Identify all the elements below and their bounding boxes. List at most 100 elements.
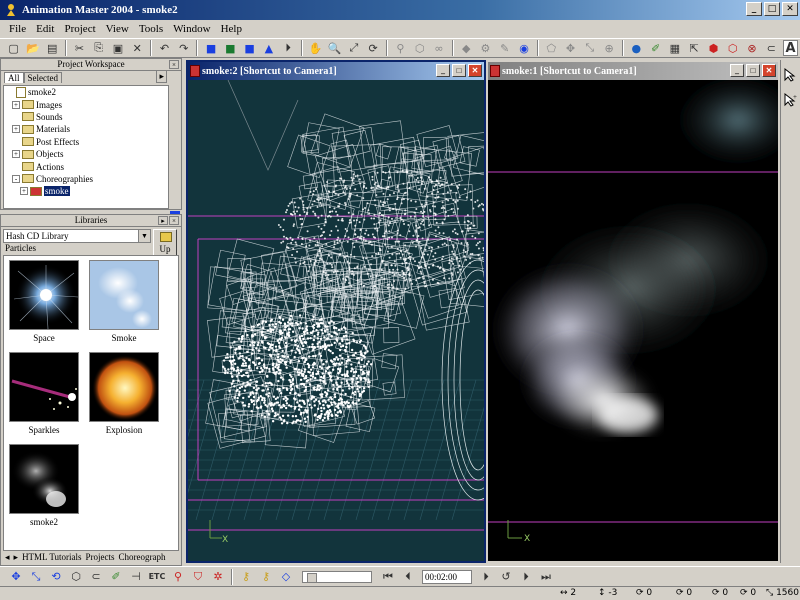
play-icon[interactable]: ⏵: [518, 569, 534, 585]
rotate-mode-icon[interactable]: ⟲: [48, 569, 64, 585]
panel-pin-icon[interactable]: ▸: [158, 216, 168, 225]
tree-item[interactable]: + smoke: [4, 185, 168, 197]
tree-item[interactable]: Sounds: [4, 111, 168, 123]
render-to-file-icon[interactable]: ■: [223, 40, 238, 56]
tree-item[interactable]: Actions: [4, 160, 168, 172]
tab-scroll-right-icon[interactable]: ▸: [156, 70, 167, 83]
group-mode-icon[interactable]: ⬡: [68, 569, 84, 585]
globe-icon[interactable]: ●: [629, 40, 644, 56]
peak-icon[interactable]: ⬢: [706, 40, 721, 56]
key-all-icon[interactable]: ⚷: [258, 569, 274, 585]
chain-icon[interactable]: ⊂: [764, 40, 779, 56]
zoom-icon[interactable]: 🔍: [327, 40, 342, 56]
bias-icon[interactable]: ⊂: [88, 569, 104, 585]
render-lock-icon[interactable]: ■: [242, 40, 257, 56]
redo-icon[interactable]: ↷: [176, 40, 191, 56]
skeletal-icon[interactable]: ⚙: [478, 40, 493, 56]
add-pointer-icon[interactable]: +: [784, 92, 797, 110]
tab-html-tutorials[interactable]: HTML Tutorials: [20, 552, 83, 562]
tab-projects[interactable]: Projects: [84, 552, 117, 562]
viewport-wireframe[interactable]: smoke:2 [Shortcut to Camera1] _ □ ✕ X: [186, 60, 486, 563]
project-scrollbar[interactable]: [168, 85, 180, 221]
bone-mode-icon[interactable]: ⚲: [170, 569, 186, 585]
menu-file[interactable]: File: [4, 23, 31, 35]
undo-icon[interactable]: ↶: [157, 40, 172, 56]
pen-tool-icon[interactable]: ✐: [108, 569, 124, 585]
frame-slider[interactable]: [302, 570, 372, 583]
viewport-close-button[interactable]: ✕: [468, 64, 482, 77]
key-mode-icon[interactable]: ◇: [278, 569, 294, 585]
viewport-canvas[interactable]: X: [188, 80, 484, 561]
maximize-button[interactable]: □: [764, 2, 780, 16]
key-icon[interactable]: ⚷: [238, 569, 254, 585]
tree-expand-icon[interactable]: +: [20, 187, 28, 196]
menu-help[interactable]: Help: [216, 23, 247, 35]
viewport-maximize-button[interactable]: □: [746, 64, 760, 77]
loop-icon[interactable]: ↺: [498, 569, 514, 585]
last-frame-icon[interactable]: ⏭: [538, 569, 554, 585]
first-frame-icon[interactable]: ⏮: [380, 569, 396, 585]
group-icon[interactable]: ⬡: [412, 40, 427, 56]
new-icon[interactable]: ▢: [6, 40, 21, 56]
viewport-render[interactable]: smoke:1 [Shortcut to Camera1] _ □ ✕ X: [486, 60, 780, 563]
bone-icon[interactable]: ⚲: [393, 40, 408, 56]
tab-choreograph[interactable]: Choreograph: [117, 552, 168, 562]
tab-scroll-right-icon[interactable]: ▸: [12, 552, 21, 563]
fit-icon[interactable]: ⤢: [346, 40, 361, 56]
tree-expand-icon[interactable]: +: [12, 100, 20, 109]
minimize-button[interactable]: _: [746, 2, 762, 16]
link-icon[interactable]: ∞: [431, 40, 446, 56]
tree-item[interactable]: + Images: [4, 98, 168, 110]
text-icon[interactable]: A: [782, 40, 799, 56]
tree-item[interactable]: + Materials: [4, 123, 168, 135]
step-icon[interactable]: ⏵: [280, 40, 295, 56]
panel-close-icon[interactable]: ×: [169, 60, 179, 69]
scale-mode-icon[interactable]: ⤡: [28, 569, 44, 585]
scale-icon[interactable]: ⤡: [582, 40, 597, 56]
up-button[interactable]: Up: [153, 229, 177, 257]
next-frame-icon[interactable]: ⏵: [478, 569, 494, 585]
library-select[interactable]: Hash CD Library ▼: [3, 229, 151, 243]
hook-icon[interactable]: ⬡: [725, 40, 740, 56]
tension-icon[interactable]: ⊣: [128, 569, 144, 585]
delete-icon[interactable]: ✕: [130, 40, 145, 56]
tree-expand-icon[interactable]: +: [12, 150, 20, 159]
tree-item[interactable]: smoke2: [4, 86, 168, 98]
render-icon[interactable]: ■: [203, 40, 218, 56]
viewport-maximize-button[interactable]: □: [452, 64, 466, 77]
library-item-smoke2[interactable]: smoke2: [8, 444, 80, 527]
figure-icon[interactable]: ✲: [210, 569, 226, 585]
etc-button[interactable]: ETC: [148, 569, 166, 585]
render-canvas[interactable]: X: [488, 80, 778, 561]
chevron-down-icon[interactable]: ▼: [138, 230, 150, 242]
cut-icon[interactable]: ✂: [72, 40, 87, 56]
tree-item[interactable]: Post Effects: [4, 136, 168, 148]
tab-selected[interactable]: Selected: [23, 72, 63, 83]
tree-expand-icon[interactable]: +: [12, 125, 20, 134]
time-field[interactable]: 00:02:00: [422, 569, 472, 584]
tab-scroll-left-icon[interactable]: ◂: [3, 552, 12, 563]
camera-icon[interactable]: ◉: [516, 40, 531, 56]
panel-close-icon[interactable]: ×: [169, 216, 179, 225]
viewport-minimize-button[interactable]: _: [436, 64, 450, 77]
tab-all[interactable]: All: [4, 72, 24, 83]
grid-icon[interactable]: ▦: [667, 40, 682, 56]
translate-mode-icon[interactable]: ✥: [8, 569, 24, 585]
paste-icon[interactable]: ▣: [110, 40, 125, 56]
viewport-minimize-button[interactable]: _: [730, 64, 744, 77]
close-button[interactable]: ✕: [782, 2, 798, 16]
project-tree[interactable]: smoke2 + Images Sounds + Materials Post Effect…: [3, 85, 169, 209]
library-item-smoke[interactable]: Smoke: [88, 260, 160, 343]
translate-icon[interactable]: ✥: [563, 40, 578, 56]
menu-view[interactable]: View: [101, 23, 134, 35]
library-item-space[interactable]: Space: [8, 260, 80, 343]
tree-item[interactable]: - Choreographies: [4, 173, 168, 185]
copy-icon[interactable]: ⎘: [91, 40, 106, 56]
menu-tools[interactable]: Tools: [134, 23, 168, 35]
rotate-icon[interactable]: ⊕: [601, 40, 616, 56]
menu-project[interactable]: Project: [59, 23, 100, 35]
menu-window[interactable]: Window: [168, 23, 215, 35]
prev-frame-icon[interactable]: ⏴: [400, 569, 416, 585]
turn-icon[interactable]: ⟳: [366, 40, 381, 56]
open-icon[interactable]: 📂: [25, 40, 40, 56]
